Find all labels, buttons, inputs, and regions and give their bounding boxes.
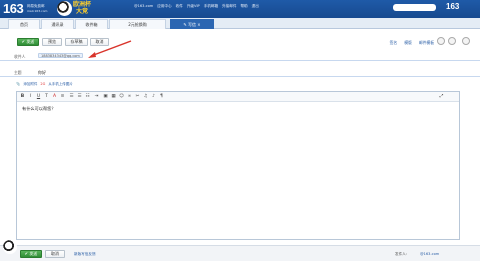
send-icon: ✔ bbox=[24, 251, 29, 256]
top-nav-item[interactable]: 收件 bbox=[176, 4, 183, 9]
mic-icon[interactable]: ♪ bbox=[151, 94, 156, 99]
send-button[interactable]: ✔ 发送 bbox=[17, 38, 39, 46]
signature-link[interactable]: 签名 bbox=[390, 40, 398, 46]
brand-badge: 163 bbox=[446, 2, 460, 11]
recipient-label: 收件人 bbox=[14, 54, 26, 59]
right-links: 签名 模版 邮件模板 bbox=[390, 40, 434, 46]
code-icon[interactable]: ¶ bbox=[159, 94, 164, 99]
italic-icon[interactable]: I bbox=[28, 94, 33, 99]
soccer-ball-icon bbox=[57, 1, 72, 16]
send-button-label: 发送 bbox=[26, 39, 35, 44]
align-left-icon[interactable]: ☰ bbox=[69, 94, 74, 99]
music-icon[interactable]: ♫ bbox=[143, 94, 148, 99]
soccer-ball-icon bbox=[3, 240, 17, 254]
paperclip-icon: 📎 bbox=[16, 82, 21, 86]
search-input[interactable] bbox=[393, 4, 436, 11]
add-user-icon[interactable] bbox=[462, 37, 470, 45]
help-icon[interactable] bbox=[448, 37, 456, 45]
send-icon: ✔ bbox=[21, 39, 26, 44]
red-arrow-annotation bbox=[88, 40, 132, 58]
attachment-size: 2G bbox=[40, 82, 46, 86]
watermark-image bbox=[366, 215, 474, 245]
tab-home[interactable]: 首页 bbox=[8, 19, 40, 29]
highlight-icon[interactable]: ≡ bbox=[60, 94, 65, 99]
add-attachment-link[interactable]: 添加附件 bbox=[23, 82, 37, 87]
fullscreen-icon[interactable]: ⤢ bbox=[439, 94, 444, 99]
sender-select[interactable]: @163.com bbox=[420, 252, 439, 256]
align-center-icon[interactable]: ☰ bbox=[77, 94, 82, 99]
tab-bar: 首页 通讯录 收件箱 2元抢换购 ✎ 写信 × bbox=[0, 18, 480, 29]
compose-toolbar: ✔ 发送 预览 存草稿 取消 bbox=[0, 29, 480, 49]
top-nav-item[interactable]: 外接邮件 bbox=[222, 4, 236, 9]
top-nav-item[interactable]: 应用中心 bbox=[157, 4, 171, 9]
bottom-send-label: 发送 bbox=[29, 251, 38, 256]
font-color-icon[interactable]: A bbox=[52, 94, 57, 99]
bold-icon[interactable]: B bbox=[20, 94, 25, 99]
font-size-icon[interactable]: T bbox=[44, 94, 49, 99]
top-nav-item[interactable]: 升级VIP bbox=[187, 4, 200, 9]
recipient-row: 收件人 1883834343@qq.com bbox=[0, 51, 480, 61]
top-nav-item[interactable]: 退出 bbox=[252, 4, 259, 9]
subject-input[interactable]: 你好 bbox=[38, 70, 46, 76]
logo[interactable]: 163 网易免费邮 mail.163.com bbox=[3, 1, 47, 16]
tab-compose-label: 写信 bbox=[188, 22, 196, 27]
promo-line1: 欧洲杯 bbox=[73, 1, 92, 8]
mail-template-link[interactable]: 邮件模板 bbox=[419, 40, 434, 46]
logo-line2: mail.163.com bbox=[27, 9, 48, 13]
message-body[interactable]: 有什么可以帮您？ bbox=[22, 106, 56, 112]
top-nav-item[interactable]: 帮助 bbox=[240, 4, 247, 9]
table-icon[interactable]: ▦ bbox=[111, 94, 116, 99]
subject-row: 主题 你好 bbox=[0, 67, 480, 77]
attachment-bar: 📎 添加附件 2G 从手机上传图片 bbox=[16, 82, 73, 87]
logo-number: 163 bbox=[3, 1, 24, 16]
emoji-icon[interactable]: ☺ bbox=[119, 94, 124, 99]
format-toolbar: B I U T A ≡ ☰ ☰ ☷ ⇥ ▣ ▦ ☺ ∞ ✂ ♫ ♪ ¶ ⤢ bbox=[17, 92, 459, 102]
screenshot-icon[interactable]: ✂ bbox=[135, 94, 140, 99]
save-draft-button[interactable]: 存草稿 bbox=[65, 38, 88, 46]
list-icon[interactable]: ☷ bbox=[85, 94, 90, 99]
tab-contacts[interactable]: 通讯录 bbox=[41, 19, 74, 29]
close-icon[interactable]: × bbox=[197, 22, 200, 27]
promo-banner[interactable]: 欧洲杯 大竞 bbox=[73, 1, 91, 15]
link-icon[interactable]: ∞ bbox=[127, 94, 132, 99]
feedback-link[interactable]: 新版写信反馈 bbox=[74, 252, 96, 257]
tab-promo[interactable]: 2元抢换购 bbox=[109, 19, 166, 29]
top-header: 163 网易免费邮 mail.163.com 欧洲杯 大竞 @163.com 应… bbox=[0, 0, 480, 18]
subject-label: 主题 bbox=[14, 70, 22, 75]
bottom-bar: ✔ 发送 取消 新版写信反馈 发件人： @163.com bbox=[0, 245, 480, 261]
top-nav: @163.com 应用中心 收件 升级VIP 手机邮箱 外接邮件 帮助 退出 bbox=[134, 4, 259, 9]
promo-line2: 大竞 bbox=[76, 8, 89, 15]
tab-inbox[interactable]: 收件箱 bbox=[75, 19, 108, 29]
image-icon[interactable]: ▣ bbox=[103, 94, 108, 99]
bottom-send-button[interactable]: ✔ 发送 bbox=[20, 250, 42, 258]
top-nav-item[interactable]: 手机邮箱 bbox=[204, 4, 218, 9]
sender-label: 发件人： bbox=[395, 252, 410, 256]
gear-icon[interactable] bbox=[437, 37, 445, 45]
tab-compose[interactable]: ✎ 写信 × bbox=[170, 19, 214, 29]
recipient-chip[interactable]: 1883834343@qq.com bbox=[38, 53, 83, 58]
account-name[interactable]: @163.com bbox=[134, 4, 153, 9]
phone-upload-link[interactable]: 从手机上传图片 bbox=[48, 82, 73, 87]
underline-icon[interactable]: U bbox=[36, 94, 41, 99]
template-link[interactable]: 模版 bbox=[404, 40, 412, 46]
indent-icon[interactable]: ⇥ bbox=[94, 94, 99, 99]
bottom-cancel-button[interactable]: 取消 bbox=[45, 250, 65, 258]
preview-button[interactable]: 预览 bbox=[42, 38, 62, 46]
compose-icon: ✎ bbox=[183, 22, 187, 27]
